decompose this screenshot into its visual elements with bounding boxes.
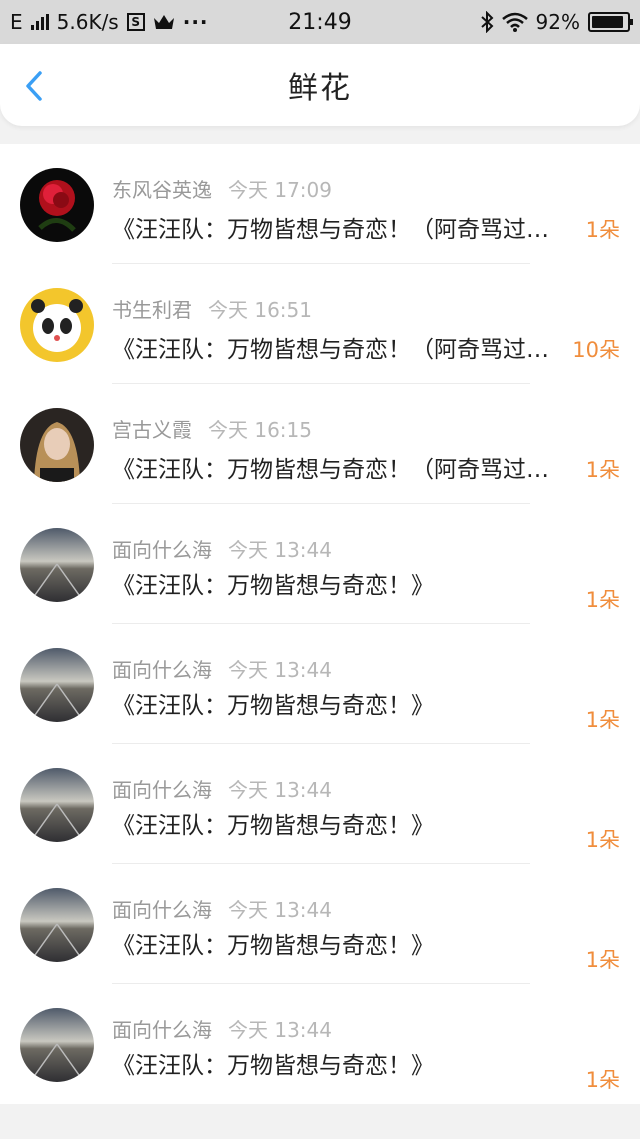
user-name: 面向什么海 [112,658,212,682]
flower-list: 东风谷英逸 今天 17:09 《汪汪队：万物皆想与奇恋！（阿奇骂过… 1朵 书生利… [0,144,640,1104]
timestamp: 今天 13:44 [228,1018,332,1042]
flower-count: 1朵 [585,708,620,732]
user-name: 面向什么海 [112,538,212,562]
user-name: 东风谷英逸 [112,178,212,202]
user-name: 面向什么海 [112,1018,212,1042]
page-title: 鲜花 [288,71,352,106]
message-text: 《汪汪队：万物皆想与奇恋！（阿奇骂过… [112,457,549,483]
flower-count: 1朵 [585,218,620,242]
bluetooth-icon [480,11,493,33]
message-text: 《汪汪队：万物皆想与奇恋！》 [112,573,434,599]
message-text: 《汪汪队：万物皆想与奇恋！》 [112,933,434,959]
list-item[interactable]: 面向什么海 今天 13:44 《汪汪队：万物皆想与奇恋！》 1朵 [0,864,640,984]
app-s-icon: S [126,13,145,31]
timestamp: 今天 16:51 [208,298,312,322]
message-text: 《汪汪队：万物皆想与奇恋！》 [112,693,434,719]
timestamp: 今天 17:09 [228,178,332,202]
timestamp: 今天 13:44 [228,658,332,682]
list-item[interactable]: 面向什么海 今天 13:44 《汪汪队：万物皆想与奇恋！》 1朵 [0,744,640,864]
list-item[interactable]: 书生利君 今天 16:51 《汪汪队：万物皆想与奇恋！（阿奇骂过… 10朵 [0,264,640,384]
flower-count: 1朵 [585,828,620,852]
more-icon: ··· [182,10,209,34]
chevron-left-icon [26,71,42,101]
message-text: 《汪汪队：万物皆想与奇恋！（阿奇骂过… [112,217,549,243]
network-speed: 5.6K/s [56,10,119,34]
avatar [20,1008,94,1082]
message-text: 《汪汪队：万物皆想与奇恋！》 [112,813,434,839]
list-item[interactable]: 宫古义霞 今天 16:15 《汪汪队：万物皆想与奇恋！（阿奇骂过… 1朵 [0,384,640,504]
avatar [20,648,94,722]
signal-icon [30,14,49,30]
flower-count: 1朵 [585,948,620,972]
list-item[interactable]: 面向什么海 今天 13:44 《汪汪队：万物皆想与奇恋！》 1朵 [0,624,640,744]
flower-count: 10朵 [572,338,620,362]
avatar [20,768,94,842]
flower-count: 1朵 [585,588,620,612]
avatar [20,888,94,962]
avatar [20,408,94,482]
nav-bar: 鲜花 [0,44,640,126]
back-button[interactable] [18,68,54,104]
wifi-icon [501,12,528,32]
message-text: 《汪汪队：万物皆想与奇恋！（阿奇骂过… [112,337,549,363]
status-bar: E 5.6K/s S ··· 21:49 92% [0,0,640,44]
timestamp: 今天 13:44 [228,778,332,802]
avatar [20,528,94,602]
timestamp: 今天 13:44 [228,898,332,922]
battery-percent: 92% [535,10,580,34]
avatar [20,168,94,242]
crown-icon [153,15,174,29]
user-name: 面向什么海 [112,898,212,922]
flower-count: 1朵 [585,458,620,482]
user-name: 书生利君 [112,298,192,322]
list-item[interactable]: 东风谷英逸 今天 17:09 《汪汪队：万物皆想与奇恋！（阿奇骂过… 1朵 [0,144,640,264]
battery-icon [588,12,633,32]
network-type: E [10,10,23,34]
list-item[interactable]: 面向什么海 今天 13:44 《汪汪队：万物皆想与奇恋！》 1朵 [0,504,640,624]
user-name: 宫古义霞 [112,418,192,442]
flower-count: 1朵 [585,1068,620,1092]
timestamp: 今天 13:44 [228,538,332,562]
user-name: 面向什么海 [112,778,212,802]
list-item[interactable]: 面向什么海 今天 13:44 《汪汪队：万物皆想与奇恋！》 1朵 [0,984,640,1104]
avatar [20,288,94,362]
message-text: 《汪汪队：万物皆想与奇恋！》 [112,1053,434,1079]
timestamp: 今天 16:15 [208,418,312,442]
